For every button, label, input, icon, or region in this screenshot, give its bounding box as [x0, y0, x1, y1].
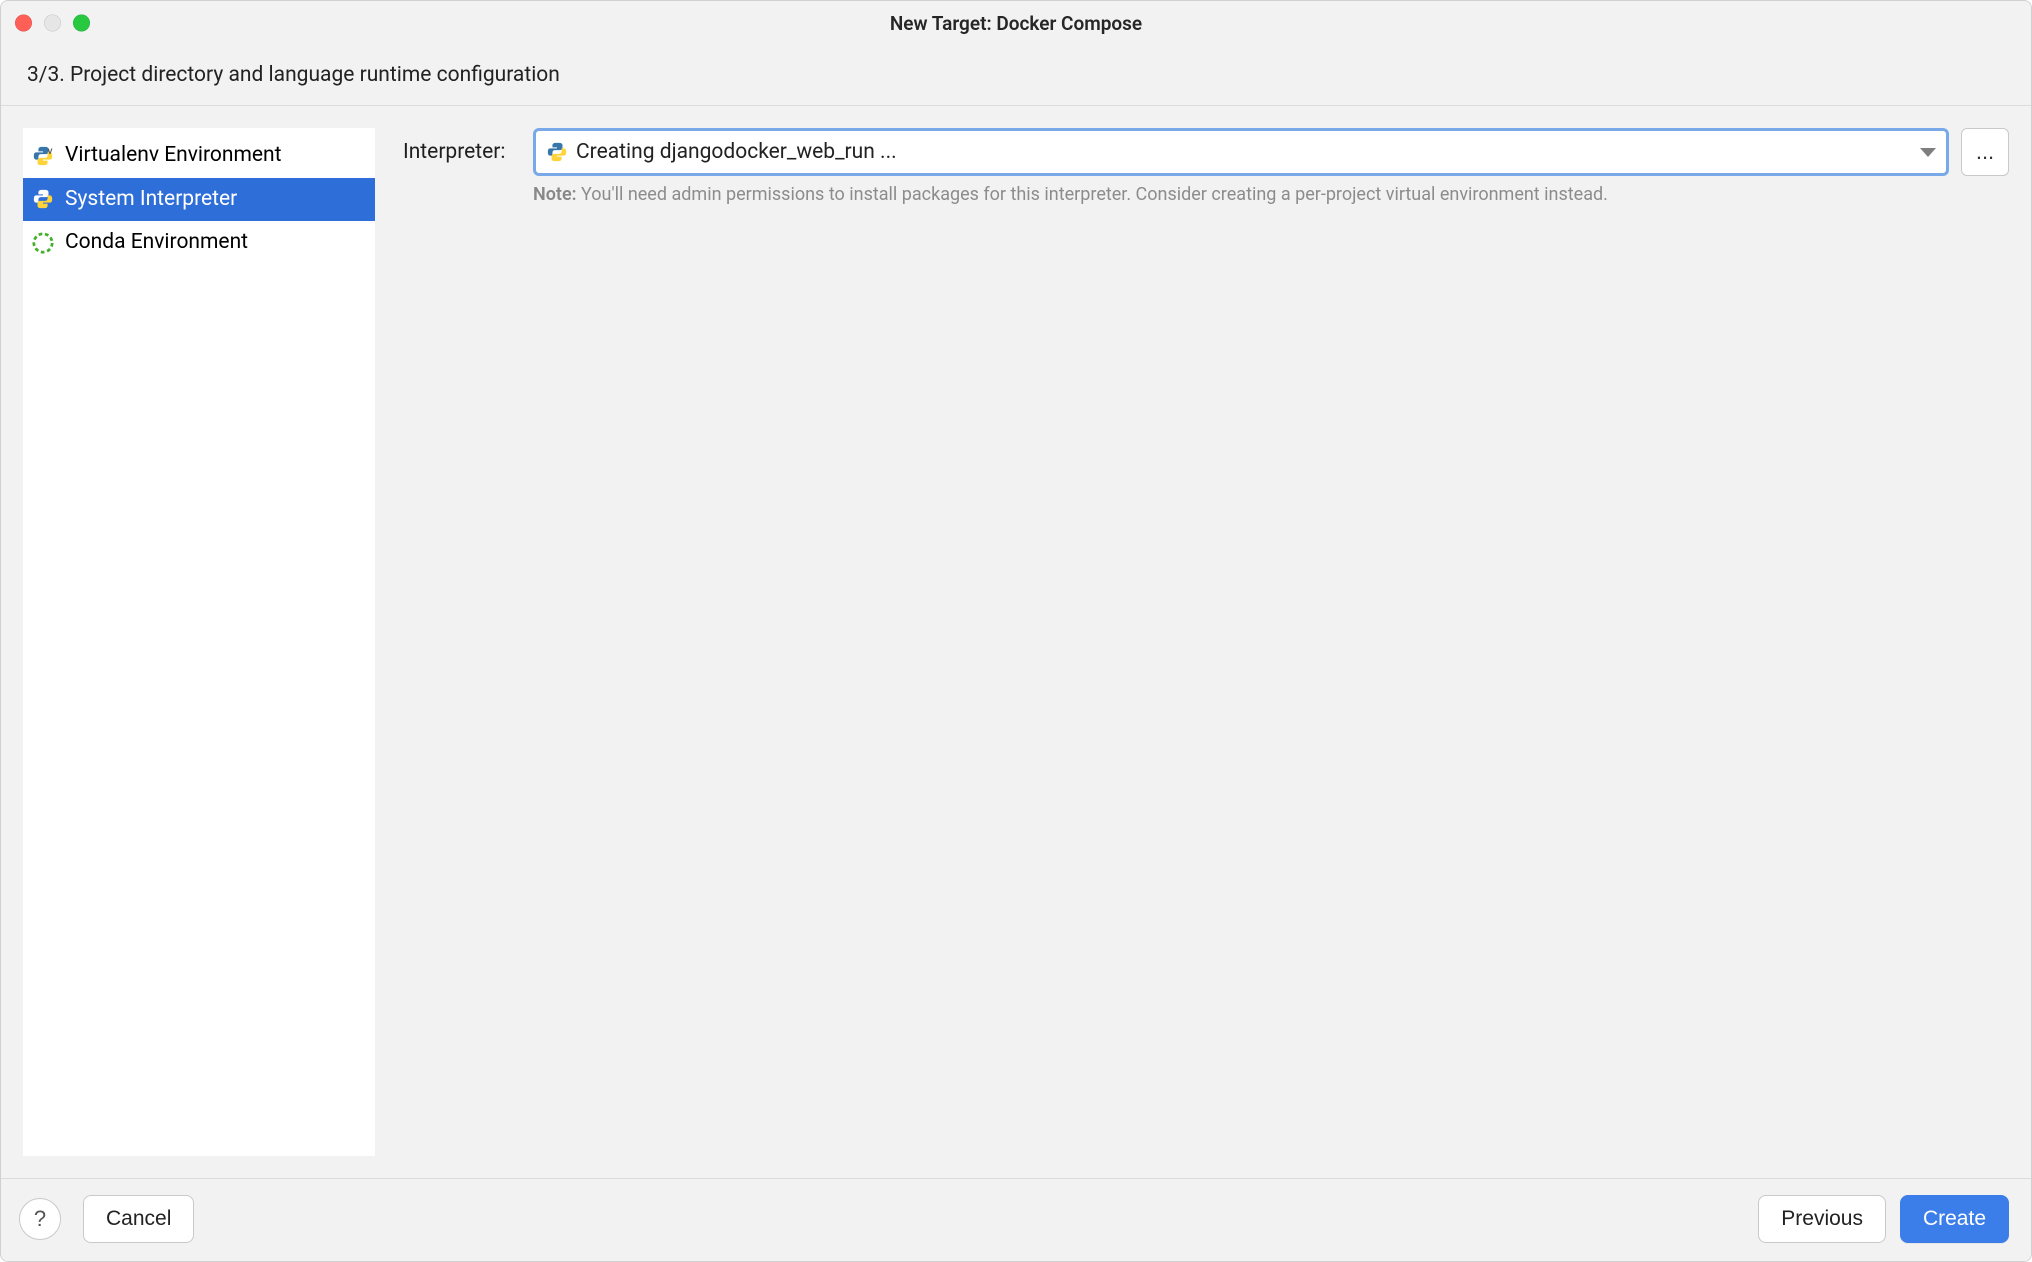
python-icon [31, 187, 55, 211]
cancel-button[interactable]: Cancel [83, 1195, 194, 1243]
step-description: 3/3. Project directory and language runt… [1, 45, 2031, 106]
interpreter-dropdown[interactable]: Creating djangodocker_web_run ... [533, 128, 1949, 176]
note-label: Note: [533, 184, 577, 205]
dialog-window: New Target: Docker Compose 3/3. Project … [0, 0, 2032, 1262]
browse-button[interactable]: ... [1961, 128, 2009, 176]
note-text: You'll need admin permissions to install… [581, 184, 1608, 205]
sidebar-item-virtualenv[interactable]: V Virtualenv Environment [23, 134, 375, 178]
svg-text:V: V [48, 147, 53, 156]
window-title: New Target: Docker Compose [890, 12, 1142, 35]
titlebar: New Target: Docker Compose [1, 1, 2031, 45]
interpreter-value: Creating djangodocker_web_run ... [576, 140, 897, 164]
chevron-down-icon [1920, 148, 1936, 157]
sidebar-item-label: Virtualenv Environment [65, 140, 282, 172]
help-button[interactable]: ? [19, 1198, 61, 1240]
interpreter-note: Note: You'll need admin permissions to i… [403, 184, 2009, 205]
minimize-window-button[interactable] [44, 15, 61, 32]
sidebar-item-label: Conda Environment [65, 227, 248, 259]
previous-button[interactable]: Previous [1758, 1195, 1886, 1243]
interpreter-label: Interpreter: [403, 140, 521, 164]
close-window-button[interactable] [15, 15, 32, 32]
python-v-icon: V [31, 144, 55, 168]
interpreter-row: Interpreter: Creating djangodocker_web_r… [403, 128, 2009, 176]
zoom-window-button[interactable] [73, 15, 90, 32]
main-panel: Interpreter: Creating djangodocker_web_r… [403, 128, 2009, 1156]
conda-icon [31, 231, 55, 255]
interpreter-type-sidebar: V Virtualenv Environment System Interpre… [23, 128, 375, 1156]
python-icon [546, 141, 568, 163]
sidebar-item-conda[interactable]: Conda Environment [23, 221, 375, 265]
content-area: V Virtualenv Environment System Interpre… [1, 106, 2031, 1178]
window-controls [15, 15, 90, 32]
dialog-footer: ? Cancel Previous Create [1, 1178, 2031, 1261]
sidebar-item-system-interpreter[interactable]: System Interpreter [23, 178, 375, 222]
sidebar-item-label: System Interpreter [65, 184, 237, 216]
create-button[interactable]: Create [1900, 1195, 2009, 1243]
